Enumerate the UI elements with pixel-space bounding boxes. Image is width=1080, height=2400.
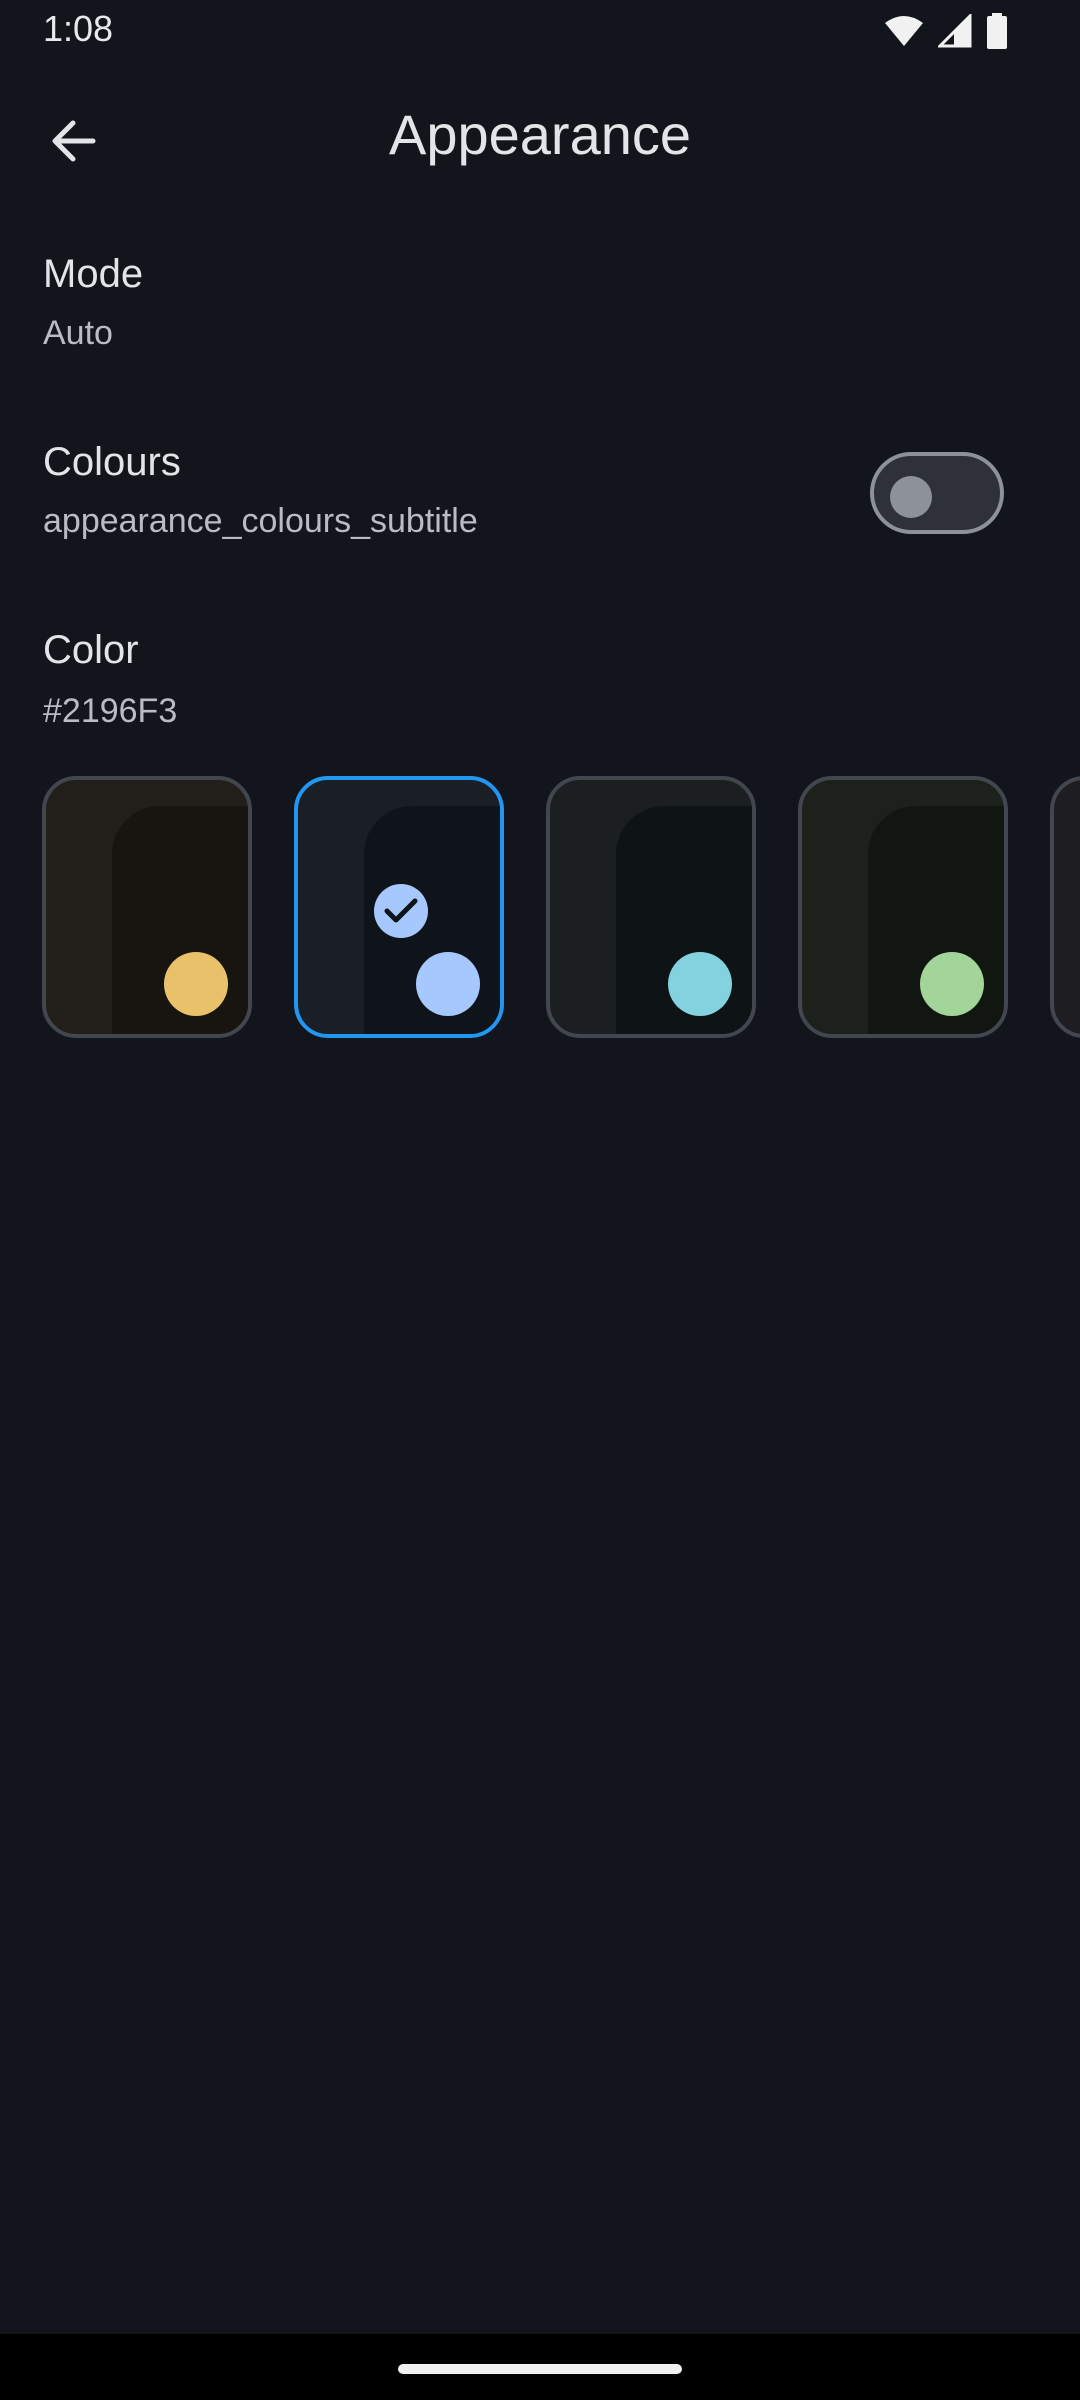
color-swatch[interactable] bbox=[1050, 776, 1080, 1038]
color-swatch[interactable] bbox=[546, 776, 756, 1038]
status-bar: 1:08 bbox=[0, 0, 1080, 62]
color-setting: Color #2196F3 bbox=[0, 600, 1080, 760]
color-swatch-row bbox=[0, 776, 1080, 1040]
status-time: 1:08 bbox=[43, 8, 114, 49]
color-swatch[interactable] bbox=[42, 776, 252, 1038]
mode-value: Auto bbox=[43, 314, 113, 352]
home-handle[interactable] bbox=[398, 2364, 682, 2374]
toggle-thumb bbox=[890, 476, 932, 518]
wifi-icon bbox=[884, 15, 924, 47]
page-title: Appearance bbox=[388, 103, 691, 166]
check-icon bbox=[374, 884, 428, 938]
colours-subtitle: appearance_colours_subtitle bbox=[43, 502, 478, 540]
swatch-dot bbox=[416, 952, 480, 1016]
color-title: Color bbox=[43, 628, 139, 672]
color-swatch-selected[interactable] bbox=[294, 776, 504, 1038]
colours-title: Colours bbox=[43, 440, 181, 484]
mode-setting[interactable]: Mode Auto bbox=[0, 220, 1080, 390]
color-swatch[interactable] bbox=[798, 776, 1008, 1038]
mode-title: Mode bbox=[43, 252, 144, 296]
appearance-screen: 1:08 Appearance Mode Auto Colours appear… bbox=[0, 0, 1080, 2400]
colours-toggle[interactable] bbox=[870, 452, 1004, 534]
color-value: #2196F3 bbox=[43, 692, 178, 730]
status-icons bbox=[884, 12, 1008, 50]
navigation-bar bbox=[0, 2334, 1080, 2400]
app-bar: Appearance bbox=[0, 62, 1080, 210]
swatch-dot bbox=[668, 952, 732, 1016]
swatch-dot bbox=[920, 952, 984, 1016]
swatch-dot bbox=[164, 952, 228, 1016]
battery-icon bbox=[986, 13, 1008, 49]
signal-icon bbox=[938, 14, 972, 48]
